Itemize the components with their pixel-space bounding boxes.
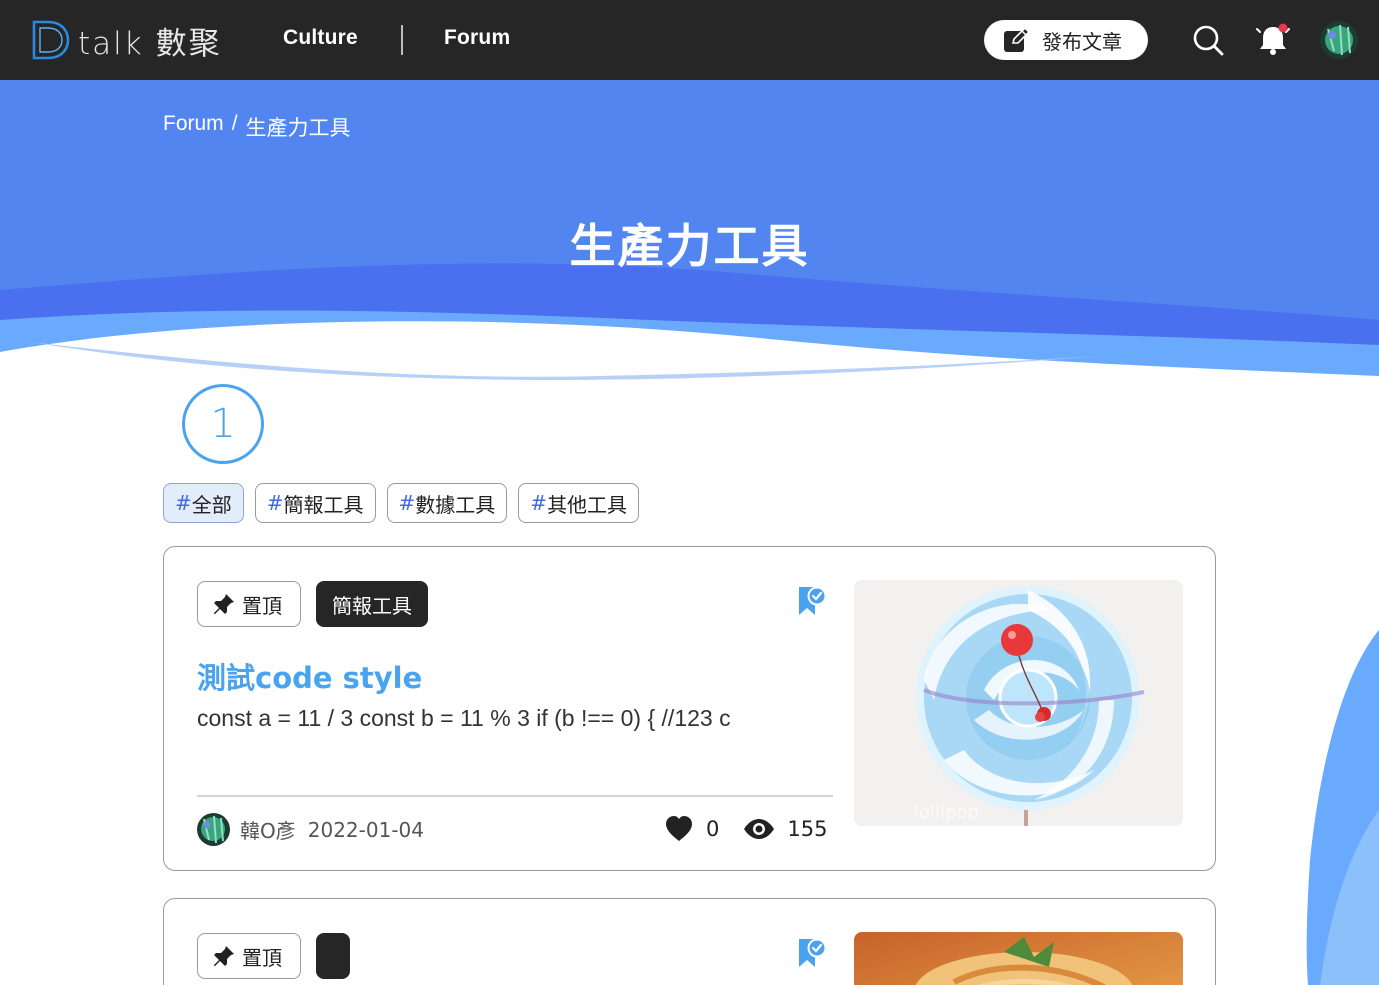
site-logo[interactable]: talk 數聚 <box>30 17 230 63</box>
breadcrumb-separator: / <box>231 112 238 135</box>
user-avatar[interactable] <box>1320 21 1358 59</box>
tag-presentation-tools[interactable]: # 簡報工具 <box>254 483 376 523</box>
nav-divider <box>401 25 403 55</box>
tag-hash: # <box>398 491 416 515</box>
tag-label: 其他工具 <box>547 492 628 517</box>
logo-d-icon <box>32 20 70 60</box>
tag-label: 全部 <box>191 492 232 517</box>
nav-culture[interactable]: Culture <box>283 26 358 50</box>
post-thumbnail[interactable]: lollipop <box>854 580 1183 826</box>
tag-hash: # <box>266 491 284 515</box>
notification-button[interactable] <box>1255 20 1291 60</box>
post-stats: 0 155 <box>664 815 827 843</box>
pin-icon <box>214 946 234 966</box>
tag-hash: # <box>530 491 548 515</box>
search-icon <box>1193 25 1224 56</box>
post-card[interactable]: 置頂 <box>163 898 1216 985</box>
eye-icon <box>744 819 775 839</box>
page-number-indicator[interactable]: 1 <box>182 384 264 464</box>
bell-icon <box>1256 23 1290 55</box>
post-thumbnail[interactable] <box>854 932 1183 985</box>
view-count: 155 <box>787 817 828 841</box>
lollipop-image: lollipop <box>854 580 1183 826</box>
post-author-info: 韓O彥 2022-01-04 <box>197 813 424 846</box>
breadcrumb-current: 生產力工具 <box>245 117 351 140</box>
author-name[interactable]: 韓O彥 <box>240 815 296 844</box>
avatar-image <box>1320 21 1358 59</box>
pinned-label: 置頂 <box>242 593 282 618</box>
post-title[interactable]: 測試code style <box>197 655 422 697</box>
side-decoration <box>1306 630 1379 985</box>
author-avatar-image <box>197 813 230 846</box>
edit-icon <box>1004 26 1031 52</box>
publish-article-button[interactable]: 發布文章 <box>984 20 1148 60</box>
search-button[interactable] <box>1190 20 1226 60</box>
post-excerpt: const a = 11 / 3 const b = 11 % 3 if (b … <box>197 705 731 731</box>
pinned-label: 置頂 <box>242 945 282 970</box>
pin-icon <box>214 594 234 614</box>
thumbnail-caption: lollipop <box>914 802 979 823</box>
bookmark-check-icon[interactable] <box>797 936 827 970</box>
heart-icon[interactable] <box>664 815 694 843</box>
nav-forum[interactable]: Forum <box>444 26 510 50</box>
category-badge[interactable] <box>316 933 350 979</box>
logo-text: talk 數聚 <box>78 25 222 62</box>
bookmark-check-icon[interactable] <box>797 584 827 618</box>
breadcrumb-forum-link[interactable]: Forum <box>163 112 224 142</box>
top-navbar: talk 數聚 Culture Forum 發布文章 <box>0 0 1379 80</box>
food-image <box>854 932 1183 985</box>
post-card[interactable]: 置頂 簡報工具 測試code style const a = 11 / 3 co… <box>163 546 1216 871</box>
tag-filter-bar: # 全部 # 簡報工具 # 數據工具 # 其他工具 <box>163 483 640 523</box>
pinned-badge: 置頂 <box>197 933 301 979</box>
like-count: 0 <box>706 817 720 841</box>
tag-all[interactable]: # 全部 <box>163 483 244 523</box>
pinned-badge: 置頂 <box>197 581 301 627</box>
author-avatar[interactable] <box>197 813 230 846</box>
tag-data-tools[interactable]: # 數據工具 <box>386 483 508 523</box>
tag-hash: # <box>175 491 192 515</box>
category-badge[interactable]: 簡報工具 <box>316 581 428 627</box>
tag-other-tools[interactable]: # 其他工具 <box>518 483 640 523</box>
tag-label: 簡報工具 <box>283 492 364 517</box>
tag-label: 數據工具 <box>415 492 496 517</box>
breadcrumb: Forum / 生產力工具 <box>163 112 351 142</box>
publish-label: 發布文章 <box>1042 29 1122 54</box>
card-divider <box>197 795 833 797</box>
page-title: 生產力工具 <box>569 219 810 273</box>
post-date: 2022-01-04 <box>307 817 424 842</box>
